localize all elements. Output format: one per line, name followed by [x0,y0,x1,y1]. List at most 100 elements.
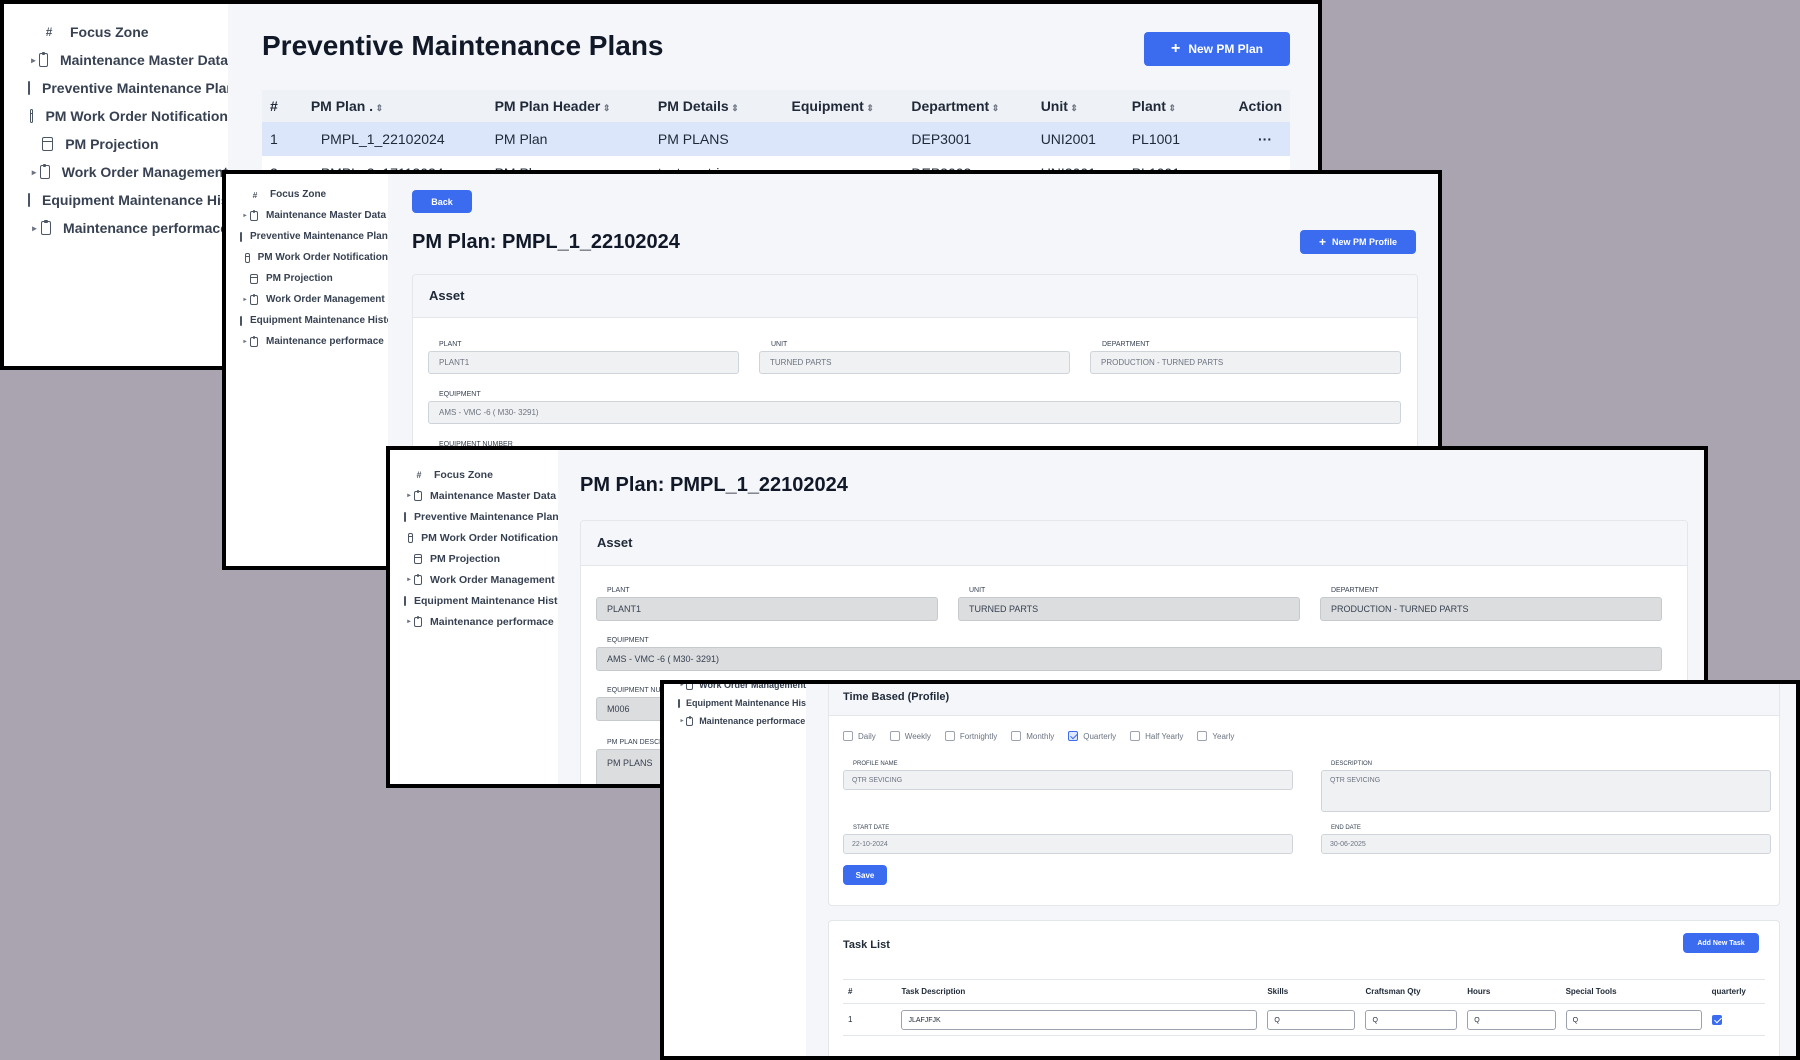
chevron-right-icon: ▸ [407,618,411,625]
table-cell [784,122,904,156]
table-cell: JLAFJFJK [896,1003,1263,1036]
calendar-icon [28,81,30,95]
task-skills-input[interactable]: Q [1267,1009,1356,1030]
column-header[interactable]: Unit ⇕ [1033,90,1124,122]
sidebar-item[interactable]: PM Projection [4,130,228,158]
back-button[interactable]: Back [412,190,472,213]
sidebar-item[interactable]: ▸ Work Order Management [226,289,388,310]
column-header: Action [1238,98,1282,114]
column-header[interactable]: Department ⇕ [903,90,1032,122]
frequency-option[interactable]: Fortnightly [944,731,997,741]
frequency-option[interactable]: Yearly [1197,731,1234,741]
sidebar-item[interactable]: ▸ Maintenance Master Data [226,205,388,226]
sidebar-item[interactable]: Preventive Maintenance Plans [390,506,558,527]
table-cell: PM PLANS [657,131,729,147]
task-craftsman-qty-input[interactable]: Q [1365,1009,1458,1030]
sidebar-item[interactable]: PM Projection [390,548,558,569]
end-date-field[interactable]: 30-06-2025 [1321,834,1771,854]
sidebar-item[interactable]: ▸ Work Order Management [664,684,806,694]
save-button[interactable]: Save [843,865,887,885]
sidebar-item[interactable]: ▸ Maintenance Master Data [390,485,558,506]
frequency-options: Daily Weekly Fortnightly Monthly Quarterly Ha… [843,731,1248,741]
task-special-tools-input[interactable]: Q [1565,1009,1702,1030]
column-header[interactable]: Equipment ⇕ [784,90,904,122]
sidebar-item[interactable]: Preventive Maintenance Plans [4,74,228,102]
hash-icon: # [416,469,422,480]
plant-label: PLANT [439,341,462,348]
add-new-task-button[interactable]: Add New Task [1683,933,1759,953]
task-description-input[interactable]: JLAFJFJK [901,1009,1258,1030]
page-title: PM Plan: PMPL_1_22102024 [412,231,680,253]
task-list-header: Task List [843,939,890,951]
frequency-checkbox[interactable] [1130,731,1141,741]
department-field[interactable]: PRODUCTION - TURNED PARTS [1090,351,1401,374]
quarterly-checkbox[interactable] [1711,1014,1722,1025]
sidebar-item[interactable]: Preventive Maintenance Plans [226,226,388,247]
sidebar-item[interactable]: Equipment Maintenance History [4,186,228,214]
sort-icon: ⇕ [989,103,1000,113]
calendar-icon [404,595,406,606]
equipment-field[interactable]: AMS - VMC -6 ( M30- 3291) [428,401,1401,424]
sidebar: ▸ Work Order Management Equipment Maintena… [664,684,807,1056]
new-pm-plan-button[interactable]: + New PM Plan [1144,32,1290,66]
sidebar-item[interactable]: ▸ Maintenance performace [664,712,806,730]
sidebar-item-label: PM Work Order Notification [421,531,558,544]
frequency-checkbox[interactable] [1197,731,1208,741]
profile-name-label: PROFILE NAME [853,761,898,767]
column-header: Craftsman Qty [1360,979,1463,1004]
new-pm-profile-button[interactable]: + New PM Profile [1300,230,1416,254]
table-cell: 1 [843,1003,897,1036]
frequency-checkbox[interactable] [1068,731,1079,741]
sidebar-item[interactable]: ▸ Maintenance Master Data [4,46,228,74]
sidebar-item[interactable]: Equipment Maintenance History [390,590,558,611]
sidebar-item[interactable]: PM Work Order Notification [226,247,388,268]
column-header[interactable]: Plant ⇕ [1124,90,1218,122]
column-header[interactable]: PM Plan Header ⇕ [487,90,650,122]
sidebar-item[interactable]: ▸ Maintenance performace [226,331,388,352]
sidebar-item[interactable]: PM Work Order Notification [390,527,558,548]
sidebar-item[interactable]: Equipment Maintenance History [226,310,388,331]
frequency-option[interactable]: Quarterly [1068,731,1116,741]
sidebar-item[interactable]: # Focus Zone [226,184,388,205]
unit-field[interactable]: TURNED PARTS [759,351,1070,374]
calendar-icon [404,511,406,522]
column-header[interactable]: PM Details ⇕ [650,90,784,122]
department-field[interactable]: PRODUCTION - TURNED PARTS [1320,597,1662,621]
sidebar-item[interactable]: ▸ Work Order Management [4,158,228,186]
frequency-option[interactable]: Daily [843,731,876,741]
unit-field[interactable]: TURNED PARTS [958,597,1300,621]
sidebar-item[interactable]: # Focus Zone [4,18,228,46]
sidebar-item-label: Work Order Management [430,573,555,586]
sidebar-item[interactable]: ▸ Maintenance performace [390,611,558,632]
sidebar-item-label: Preventive Maintenance Plans [414,510,559,523]
sidebar-item[interactable]: Equipment Maintenance History [664,694,806,712]
sidebar-item[interactable]: # Focus Zone [390,464,558,485]
page-title: PM Plan: PMPL_1_22102024 [580,474,848,496]
plant-field[interactable]: PLANT1 [596,597,938,621]
frequency-checkbox[interactable] [889,731,900,741]
equipment-field[interactable]: AMS - VMC -6 ( M30- 3291) [596,647,1662,671]
table-cell[interactable]: ··· [1218,122,1290,156]
sidebar-item-label: Equipment Maintenance History [414,594,559,607]
sidebar-item[interactable]: PM Work Order Notification [4,102,228,130]
frequency-option[interactable]: Weekly [889,731,931,741]
column-header[interactable]: PM Plan . ⇕ [303,90,487,122]
task-hours-input[interactable]: Q [1467,1009,1556,1030]
plant-field[interactable]: PLANT1 [428,351,739,374]
frequency-checkbox[interactable] [944,731,955,741]
sidebar-item[interactable]: ▸ Work Order Management [390,569,558,590]
frequency-option[interactable]: Half Yearly [1130,731,1183,741]
profile-name-field[interactable]: QTR SEVICING [843,770,1293,790]
start-date-field[interactable]: 22-10-2024 [843,834,1293,854]
sidebar-item-label: Maintenance Master Data [266,210,387,221]
description-label: DESCRIPTION [1331,761,1373,767]
sidebar-item[interactable]: ▸ Maintenance performace [4,214,228,242]
sort-icon: ⇕ [728,103,739,113]
sidebar-item[interactable]: PM Projection [226,268,388,289]
frequency-checkbox[interactable] [843,731,853,741]
frequency-checkbox[interactable] [1011,731,1022,741]
description-field[interactable]: QTR SEVICING [1321,770,1771,812]
frequency-option[interactable]: Monthly [1011,731,1054,741]
sidebar-item-label: Work Order Management [61,164,228,180]
table-row[interactable]: 1 PMPL_1_22102024 PM Plan PM PLANS DEP3001 UN… [262,122,1290,156]
